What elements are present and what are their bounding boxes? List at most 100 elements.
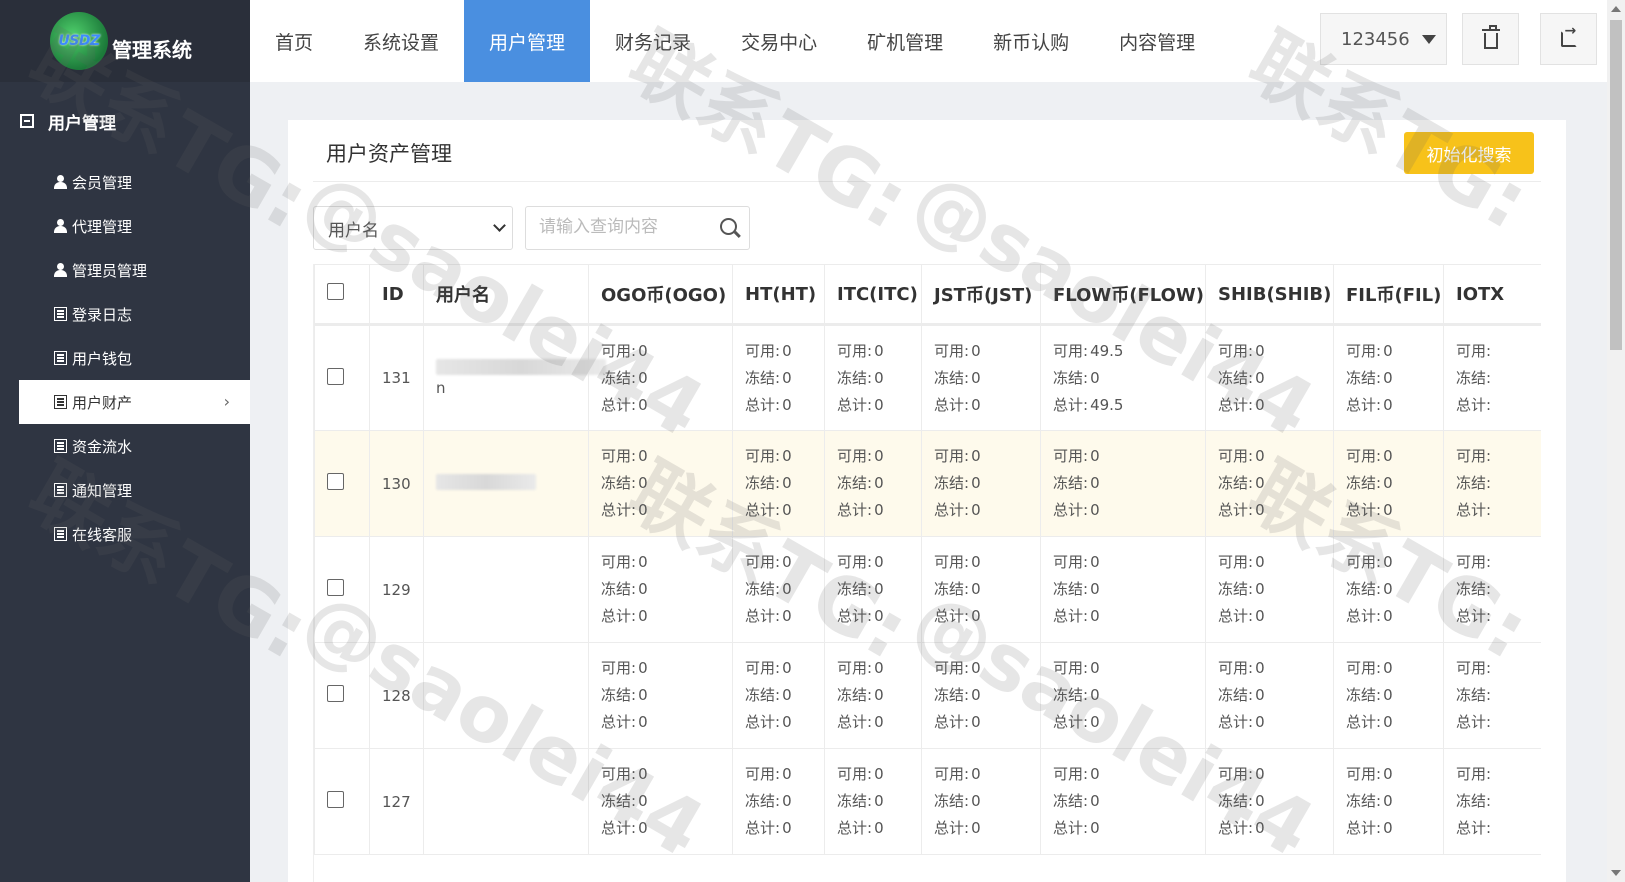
table-row[interactable]: 131 n 可用: 0 冻结: 0 总计: 0 可用: 0 冻结: 0 总计: 0 可用: 0 冻结: 0 总计: 0… [314,324,1541,431]
balance-label: 冻结: [1218,686,1254,704]
nav-tabs: 首页 系统设置 用户管理 财务记录 交易中心 矿机管理 新币认购 内容管理 [250,0,1220,82]
balance-frozen: 冻结: 0 [601,470,732,497]
balance-label: 冻结: [837,792,873,810]
sidebar-group-user-management[interactable]: 用户管理 [0,82,250,160]
user-icon-shape [53,263,67,277]
balance-available: 可用: 0 [837,443,921,470]
balance-value: 0 [638,501,648,519]
user-icon-shape [53,175,67,189]
balance-value: 0 [782,580,792,598]
balance-value: 0 [1383,765,1393,783]
scroll-thumb[interactable] [1610,20,1622,350]
balance-label: 可用: [837,553,873,571]
balance-value: 0 [971,341,981,360]
table-row[interactable]: 129 可用: 0 冻结: 0 总计: 0 可用: 0 冻结: 0 总计: 0 可用: 0 冻结: 0 总计: 0 可… [314,536,1541,643]
balance-value: 0 [874,686,884,704]
balance-label: 可用: [1053,553,1089,571]
scroll-up-icon[interactable] [1611,6,1621,12]
sidebar-items: 会员管理 代理管理 管理员管理 登录日志用户钱包用户财产 › 资金流水通知管理 在线客服 [0,160,250,556]
row-checkbox[interactable] [327,791,344,808]
balance-value: 0 [1090,447,1100,465]
balance-label: 冻结: [1456,792,1492,810]
sidebar-item-7[interactable]: 通知管理 [0,468,250,512]
sidebar-item-1[interactable]: 代理管理 [0,204,250,248]
sidebar-item-5[interactable]: 用户财产 › [19,380,250,424]
nav-tab-5[interactable]: 矿机管理 [842,0,968,82]
row-checkbox[interactable] [327,367,344,385]
nav-tab-1[interactable]: 系统设置 [338,0,464,82]
table-row[interactable]: 127 可用: 0 冻结: 0 总计: 0 可用: 0 冻结: 0 总计: 0 可用: 0 冻结: 0 总计: 0 可… [314,748,1541,855]
username-cell [423,642,589,749]
balance-value: 0 [1090,553,1100,571]
select-cell [314,642,370,749]
coin-balance-cell: 可用: 冻结: 总计: [1443,536,1541,643]
sidebar-group-label: 用户管理 [48,113,116,134]
sidebar-item-6[interactable]: 资金流水 [0,424,250,468]
row-checkbox[interactable] [327,685,344,702]
nav-tab-2[interactable]: 用户管理 [464,0,591,82]
nav-tab-7[interactable]: 内容管理 [1094,0,1220,82]
balance-frozen: 冻结: 0 [745,682,824,709]
coin-balance-cell: 可用: 冻结: 总计: [1443,430,1541,537]
reset-search-button[interactable]: 初始化搜索 [1404,132,1534,174]
coin-balance-cell: 可用: 0 冻结: 0 总计: 0 [1205,536,1334,643]
table-row[interactable]: 128 可用: 0 冻结: 0 总计: 0 可用: 0 冻结: 0 总计: 0 可用: 0 冻结: 0 总计: 0 可… [314,642,1541,749]
balance-frozen: 冻结: [1456,470,1541,497]
select-cell [314,748,370,855]
balance-total: 总计: [1456,392,1541,419]
user-dropdown[interactable]: 123456 [1320,13,1447,65]
user-name: 123456 [1341,28,1410,50]
balance-value: 0 [1255,447,1265,465]
balance-frozen: 冻结: [1456,576,1541,603]
balance-total: 总计: 0 [837,392,921,419]
logo: USDZ 管理系统 [0,0,250,82]
balance-value: 0 [1255,341,1265,360]
balance-label: 冻结: [837,686,873,704]
balance-available: 可用: [1456,655,1541,682]
balance-label: 冻结: [1456,474,1492,492]
balance-total: 总计: 0 [934,709,1040,736]
nav-tab-3[interactable]: 财务记录 [590,0,716,82]
sidebar-item-label: 用户钱包 [72,349,133,368]
filter-select[interactable]: 用户名 [313,206,513,250]
scroll-down-icon[interactable] [1611,870,1621,876]
clear-cache-button[interactable] [1462,13,1519,65]
balance-total: 总计: 0 [1053,603,1205,630]
sidebar-item-3[interactable]: 登录日志 [0,292,250,336]
sidebar-item-2[interactable]: 管理员管理 [0,248,250,292]
sidebar-item-0[interactable]: 会员管理 [0,160,250,204]
balance-label: 冻结: [1346,368,1382,387]
balance-value: 0 [1383,368,1393,387]
column-header: OGO币(OGO) [588,264,733,326]
username-cell [423,430,589,537]
table-row[interactable]: 130 可用: 0 冻结: 0 总计: 0 可用: 0 冻结: 0 总计: 0 可用: 0 冻结: 0 总计: 0 可… [314,430,1541,537]
balance-available: 可用: 49.5 [1053,338,1205,365]
balance-label: 冻结: [745,580,781,598]
balance-total: 总计: 0 [601,497,732,524]
balance-label: 总计: [1346,501,1382,519]
sidebar-item-4[interactable]: 用户钱包 [0,336,250,380]
nav-tab-0[interactable]: 首页 [250,0,338,82]
balance-label: 可用: [1346,765,1382,783]
search-icon[interactable] [720,218,737,235]
row-checkbox[interactable] [327,579,344,596]
balance-label: 总计: [1456,819,1492,837]
row-checkbox[interactable] [327,473,344,490]
asset-table-wrapper[interactable]: ID 用户名 OGO币(OGO) HT(HT) ITC(ITC) JST币(JST) FLO… [313,264,1541,882]
balance-frozen: 冻结: 0 [1053,576,1205,603]
logout-button[interactable] [1540,13,1597,65]
balance-label: 总计: [934,819,970,837]
balance-value: 0 [1255,553,1265,571]
vertical-scrollbar[interactable] [1607,0,1625,882]
sidebar-item-8[interactable]: 在线客服 [0,512,250,556]
balance-label: 冻结: [1218,580,1254,598]
nav-tab-4[interactable]: 交易中心 [716,0,842,82]
balance-value: 0 [638,474,648,492]
balance-available: 可用: [1456,549,1541,576]
nav-tab-6[interactable]: 新币认购 [968,0,1094,82]
balance-total: 总计: 0 [1053,709,1205,736]
balance-total: 总计: 0 [601,815,732,842]
search-input[interactable] [539,207,719,247]
select-all-checkbox[interactable] [327,283,344,300]
sidebar-item-label: 资金流水 [72,437,133,456]
